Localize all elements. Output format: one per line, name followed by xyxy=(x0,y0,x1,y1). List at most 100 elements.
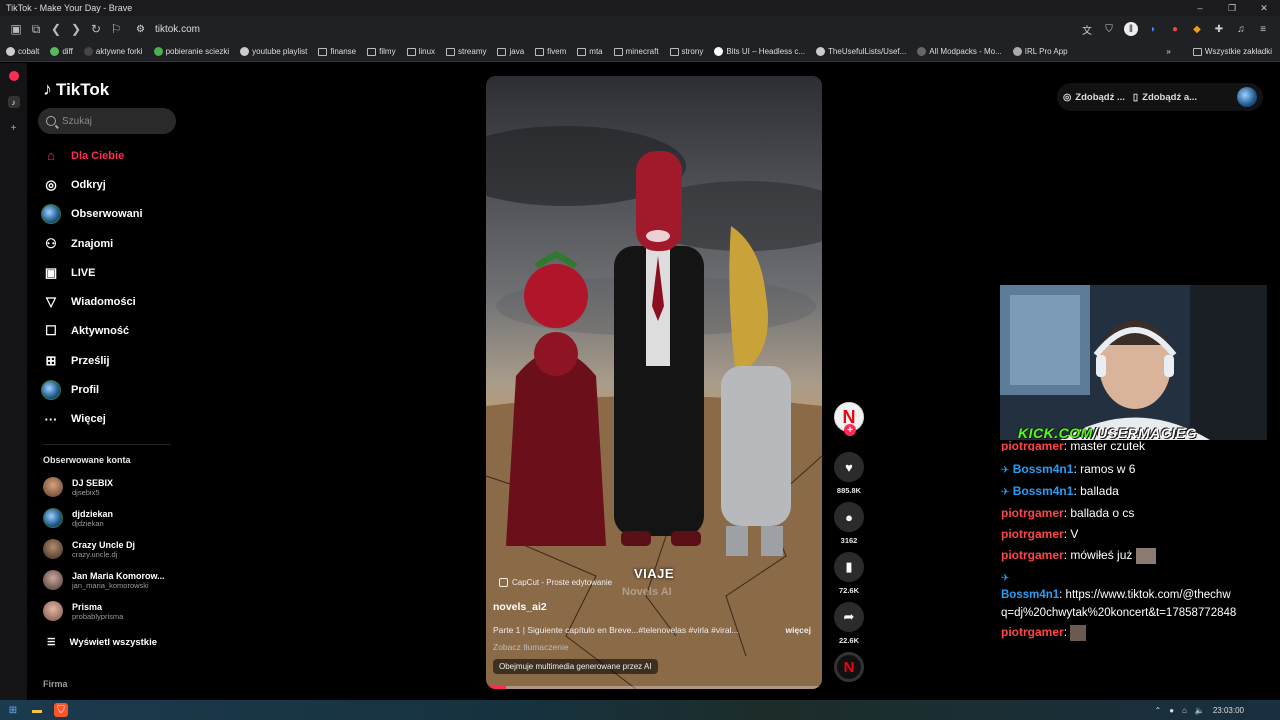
bookmark-item[interactable]: pobieranie sciezki xyxy=(153,47,229,56)
nav-profile[interactable]: Profil xyxy=(41,375,181,404)
follow-plus-icon[interactable]: + xyxy=(844,424,856,436)
nav-more[interactable]: ··· Więcej xyxy=(41,405,181,434)
tiktok-logo[interactable]: ♪ TikTok xyxy=(43,79,109,100)
bookmark-item[interactable]: cobalt xyxy=(6,47,39,56)
tiktok-tab-icon[interactable]: ♪ xyxy=(0,89,27,115)
bookmark-folder[interactable]: strony xyxy=(669,47,703,56)
media-icon[interactable]: ♫ xyxy=(1234,22,1248,36)
bookmark-item[interactable]: All Modpacks - Mo... xyxy=(917,47,1002,56)
bookmark-item[interactable]: youtube playlist xyxy=(240,47,307,56)
bookmark-folder[interactable]: minecraft xyxy=(613,47,659,56)
see-all-button[interactable]: ☰ Wyświetl wszystkie xyxy=(47,637,157,648)
translate-icon[interactable]: 文 xyxy=(1080,22,1094,37)
bookmark-folder[interactable]: fivem xyxy=(535,47,566,56)
extension-icon[interactable]: ● xyxy=(1168,22,1182,36)
nav-upload[interactable]: ⊞ Prześlij xyxy=(41,346,181,375)
site-info-icon[interactable]: ⚙ xyxy=(136,24,145,35)
back-icon[interactable]: ❮ xyxy=(46,19,66,39)
bookmark-item[interactable]: TheUsefulLists/Usef... xyxy=(816,47,906,56)
bookmark-item[interactable]: aktywne forki xyxy=(83,47,143,56)
volume-icon[interactable]: 🔈 xyxy=(1195,706,1205,715)
bookmark-folder[interactable]: streamy xyxy=(446,47,486,56)
sound-disc[interactable]: N xyxy=(834,652,864,682)
pause-icon[interactable]: ‖ xyxy=(1124,22,1138,36)
folder-icon xyxy=(1192,47,1202,56)
nav-following[interactable]: Obserwowani xyxy=(41,200,181,229)
search-placeholder: Szukaj xyxy=(62,115,93,127)
like-button[interactable]: ♥ xyxy=(834,452,864,482)
followed-account[interactable]: djdziekan djdziekan xyxy=(43,508,193,528)
reload-icon[interactable]: ↻ xyxy=(86,19,106,39)
nav-friends[interactable]: ⚇ Znajomi xyxy=(41,229,181,258)
nav-live[interactable]: ▣ LIVE xyxy=(41,258,181,287)
clock[interactable]: 23:03:00 xyxy=(1213,706,1244,715)
creator-avatar[interactable]: N + xyxy=(834,402,864,436)
extension-icon[interactable]: ◗ xyxy=(1146,22,1160,36)
comment-button[interactable]: ● xyxy=(834,502,864,532)
followed-account[interactable]: DJ SEBIX djsebix5 xyxy=(43,477,193,497)
bookmarks-more-icon[interactable]: » xyxy=(1166,47,1170,56)
minimize-icon[interactable]: – xyxy=(1184,3,1216,14)
chat-message: piotrgamer: V xyxy=(1001,527,1079,541)
forward-icon[interactable]: ❯ xyxy=(66,19,86,39)
url-field[interactable]: ⚙ tiktok.com xyxy=(136,19,1080,39)
bookmark-folder[interactable]: java xyxy=(497,47,524,56)
tiktok-sidebar: ♪ TikTok Szukaj ⌂ Dla Ciebie ◎ Odkryj Obse… xyxy=(27,63,187,700)
folder-icon xyxy=(367,47,377,56)
video-player[interactable]: CapCut - Proste edytowanie VIAJE Novels … xyxy=(486,76,822,689)
video-progress-bar[interactable] xyxy=(486,686,822,689)
network-icon[interactable]: ⌂ xyxy=(1182,706,1187,715)
tray-chevron-icon[interactable]: ⌃ xyxy=(1155,706,1162,715)
restore-icon[interactable]: ❐ xyxy=(1216,3,1248,14)
followed-account[interactable]: Prisma probablyprisma xyxy=(43,601,193,621)
bookmark-item[interactable]: diff xyxy=(50,47,73,56)
more-button[interactable]: więcej xyxy=(785,625,811,635)
folder-icon xyxy=(406,47,416,56)
stream-chat: piotrgamer: master czutek ✈ Bossm4n1: ra… xyxy=(1001,441,1266,643)
bookmark-icon[interactable]: ⚐ xyxy=(106,19,126,39)
video-author[interactable]: novels_ai2 xyxy=(493,601,547,613)
home-icon: ⌂ xyxy=(47,148,55,164)
close-icon[interactable]: ✕ xyxy=(1248,3,1280,14)
sidebar-toggle-icon[interactable]: ▣ xyxy=(6,19,26,39)
see-translation-link[interactable]: Zobacz tłumaczenie xyxy=(493,642,569,652)
capcut-template-chip[interactable]: CapCut - Proste edytowanie xyxy=(499,578,612,587)
pinned-site-icon[interactable] xyxy=(0,63,27,89)
add-panel-icon[interactable]: + xyxy=(0,115,27,141)
all-bookmarks[interactable]: Wszystkie zakładki xyxy=(1192,47,1272,56)
menu-icon[interactable]: ≡ xyxy=(1256,22,1270,36)
browser-side-panel: ♪ + xyxy=(0,63,27,700)
followed-account[interactable]: Crazy Uncle Dj crazy.uncle.dj xyxy=(43,539,193,559)
nav-activity[interactable]: ☐ Aktywność xyxy=(41,317,181,346)
bookmark-folder[interactable]: mta xyxy=(577,47,603,56)
list-icon: ☰ xyxy=(47,637,56,648)
heart-icon: ♥ xyxy=(845,459,853,475)
bookmark-folder[interactable]: finanse xyxy=(318,47,356,56)
company-link[interactable]: Firma xyxy=(43,679,68,689)
get-coins-button[interactable]: ◎ Zdobądź ... xyxy=(1063,92,1125,103)
extension-icon[interactable]: ◆ xyxy=(1190,22,1204,36)
tray-app-icon[interactable]: ● xyxy=(1169,706,1174,715)
search-input[interactable]: Szukaj xyxy=(38,108,176,134)
bookmark-item[interactable]: Bits UI – Headless c... xyxy=(714,47,805,56)
bookmark-icon: ▮ xyxy=(845,559,853,574)
emote xyxy=(1070,624,1087,641)
windows-start-icon[interactable]: ⊞ xyxy=(6,703,20,717)
bookmark-folder[interactable]: filmy xyxy=(367,47,396,56)
nav-messages[interactable]: ▽ Wiadomości xyxy=(41,287,181,316)
save-button[interactable]: ▮ xyxy=(834,552,864,582)
nav-for-you[interactable]: ⌂ Dla Ciebie xyxy=(41,141,181,170)
get-app-button[interactable]: ▯ Zdobądź a... xyxy=(1133,92,1197,103)
followed-account[interactable]: Jan Maria Komorow... jan_maria_komorowski xyxy=(43,570,193,590)
brave-shield-icon[interactable]: ⛉ xyxy=(1102,22,1116,36)
tabs-icon[interactable]: ⧉ xyxy=(26,19,46,39)
avatar xyxy=(41,204,61,225)
file-explorer-icon[interactable]: ▬ xyxy=(30,703,44,717)
share-button[interactable]: ➦ xyxy=(834,602,864,632)
bookmark-folder[interactable]: linux xyxy=(406,47,435,56)
brave-app-icon[interactable]: ⛉ xyxy=(54,703,68,717)
bookmark-item[interactable]: IRL Pro App xyxy=(1012,47,1068,56)
nav-explore[interactable]: ◎ Odkryj xyxy=(41,170,181,199)
profile-avatar[interactable] xyxy=(1237,87,1257,107)
extensions-puzzle-icon[interactable]: ✚ xyxy=(1212,22,1226,36)
